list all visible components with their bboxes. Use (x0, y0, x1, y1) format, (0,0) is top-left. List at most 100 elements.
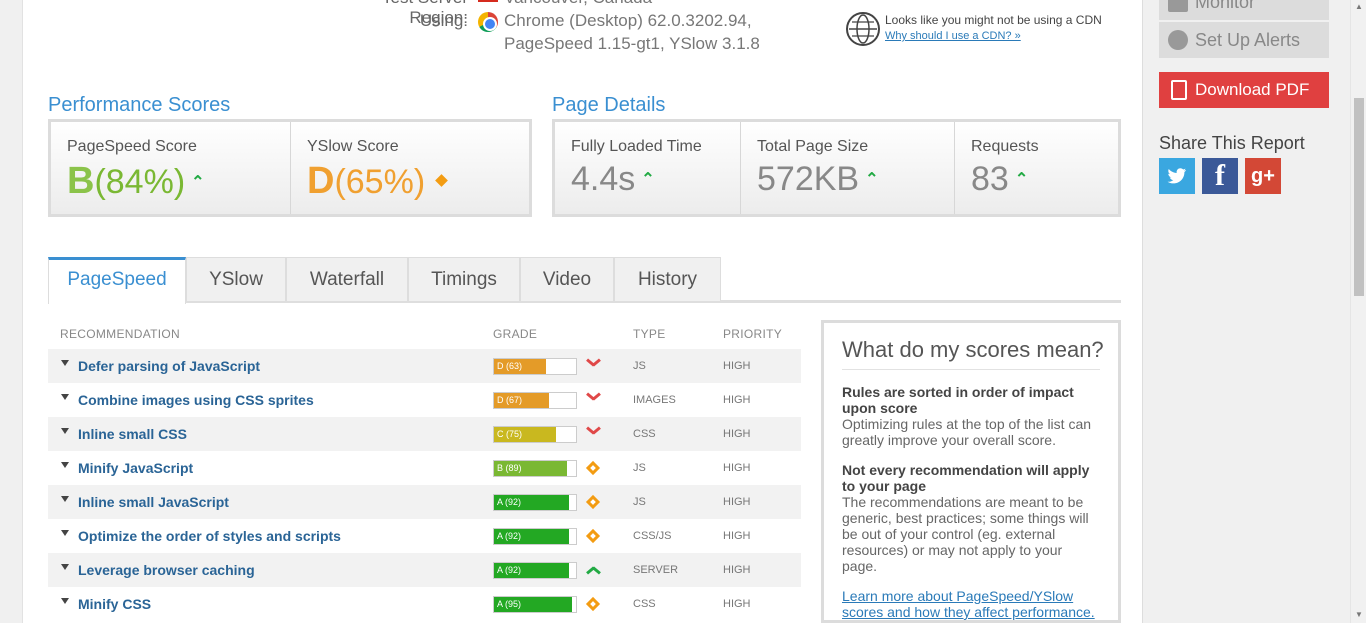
recommendation-name[interactable]: Defer parsing of JavaScript (78, 358, 260, 374)
row-priority: HIGH (723, 360, 751, 372)
scrollbar[interactable]: ▲ ▼ (1350, 0, 1366, 623)
table-row[interactable]: Combine images using CSS sprites D (67) … (48, 383, 801, 417)
table-row[interactable]: Optimize the order of styles and scripts… (48, 519, 801, 553)
recommendation-name[interactable]: Leverage browser caching (78, 562, 255, 578)
info-paragraph-2: The recommendations are meant to be gene… (842, 494, 1089, 574)
learn-more-link[interactable]: Learn more about PageSpeed/YSlow scores … (842, 588, 1100, 620)
info-heading-2: Not every recommendation will apply to y… (842, 462, 1090, 494)
info-paragraph-1: Optimizing rules at the top of the list … (842, 416, 1092, 448)
up-arrow-icon: ⌃ (1014, 171, 1029, 188)
table-row[interactable]: Defer parsing of JavaScript D (63) JS HI… (48, 349, 801, 383)
download-pdf-button[interactable]: Download PDF (1159, 72, 1329, 108)
row-priority: HIGH (723, 394, 751, 406)
row-type: CSS/JS (633, 530, 672, 542)
page-details: Fully Loaded Time 4.4s ⌃ Total Page Size … (552, 119, 1121, 217)
load-time-card: Fully Loaded Time 4.4s ⌃ (555, 122, 741, 214)
page-size-value: 572KB ⌃ (757, 160, 879, 198)
recommendation-name[interactable]: Optimize the order of styles and scripts (78, 528, 341, 544)
tab-timings[interactable]: Timings (408, 257, 520, 301)
pdf-icon (1171, 80, 1187, 100)
table-row[interactable]: Minify JavaScript B (89) JS HIGH (48, 451, 801, 485)
recommendation-name[interactable]: Minify CSS (78, 596, 151, 612)
grade-fill: A (95) (494, 597, 572, 612)
row-priority: HIGH (723, 564, 751, 576)
cdn-warning: Looks like you might not be using a CDN (885, 13, 1102, 27)
page-details-title: Page Details (552, 94, 666, 116)
grade-fill: A (92) (494, 495, 570, 510)
yslow-score-card: YSlow Score D(65%) (291, 122, 529, 214)
recommendation-name[interactable]: Minify JavaScript (78, 460, 193, 476)
tab-history[interactable]: History (614, 257, 721, 301)
twitter-icon[interactable] (1159, 158, 1195, 194)
trend-down-icon (586, 393, 600, 407)
recommendation-name[interactable]: Combine images using CSS sprites (78, 392, 314, 408)
table-row[interactable]: Leverage browser caching A (92) SERVER H… (48, 553, 801, 587)
col-priority: PRIORITY (723, 327, 783, 341)
scroll-thumb[interactable] (1354, 98, 1364, 296)
pagespeed-percent: (84%) (94, 163, 186, 201)
grade-fill: A (92) (494, 529, 570, 544)
recommendation-name[interactable]: Inline small CSS (78, 426, 187, 442)
diamond-icon (435, 174, 449, 187)
scroll-down-icon[interactable]: ▼ (1355, 610, 1363, 619)
monitor-icon (1168, 0, 1188, 12)
up-arrow-icon: ⌃ (191, 174, 205, 191)
cdn-link[interactable]: Why should I use a CDN? » (885, 30, 1021, 42)
using-label: Using: (419, 11, 468, 30)
grade-bar: D (67) (493, 392, 577, 409)
table-row[interactable]: Minify CSS A (95) CSS HIGH (48, 587, 801, 621)
pagespeed-score-label: PageSpeed Score (67, 138, 197, 155)
monitor-label: Monitor (1195, 0, 1256, 12)
set-up-alerts-button[interactable]: Set Up Alerts (1159, 22, 1329, 58)
row-priority: HIGH (723, 462, 751, 474)
load-time-label: Fully Loaded Time (571, 138, 702, 155)
no-change-icon (585, 528, 601, 544)
pagespeed-score-value: B(84%) ⌃ (67, 160, 205, 203)
grade-bar: A (92) (493, 494, 577, 511)
grade-bar: D (63) (493, 358, 577, 375)
caret-down-icon[interactable] (61, 428, 69, 434)
caret-down-icon[interactable] (61, 564, 69, 570)
grade-bar: A (92) (493, 528, 577, 545)
row-priority: HIGH (723, 428, 751, 440)
yslow-score-label: YSlow Score (307, 138, 399, 155)
row-type: JS (633, 462, 646, 474)
tool-versions: PageSpeed 1.15-gt1, YSlow 3.1.8 (504, 34, 760, 53)
download-pdf-label: Download PDF (1195, 80, 1310, 99)
pagespeed-grade: B (67, 160, 95, 202)
table-row[interactable]: Inline small JavaScript A (92) JS HIGH (48, 485, 801, 519)
recommendation-name[interactable]: Inline small JavaScript (78, 494, 229, 510)
up-arrow-icon: ⌃ (865, 171, 879, 188)
caret-down-icon[interactable] (61, 530, 69, 536)
tab-video[interactable]: Video (520, 257, 614, 301)
page-size-card: Total Page Size 572KB ⌃ (741, 122, 955, 214)
yslow-percent: (65%) (334, 163, 426, 201)
scroll-up-icon[interactable]: ▲ (1355, 2, 1363, 11)
performance-scores: PageSpeed Score B(84%) ⌃ YSlow Score D(65… (48, 119, 532, 217)
row-priority: HIGH (723, 598, 751, 610)
caret-down-icon[interactable] (61, 598, 69, 604)
trend-down-icon (586, 359, 600, 373)
yslow-grade: D (307, 160, 335, 202)
info-title: What do my scores mean? (842, 337, 1104, 370)
tab-waterfall[interactable]: Waterfall (286, 257, 408, 301)
grade-fill: B (89) (494, 461, 567, 476)
caret-down-icon[interactable] (61, 394, 69, 400)
grade-fill: D (67) (494, 393, 549, 408)
monitor-button[interactable]: Monitor (1159, 0, 1329, 20)
col-grade: GRADE (493, 327, 538, 341)
table-row[interactable]: Inline small CSS C (75) CSS HIGH (48, 417, 801, 451)
page-size-label: Total Page Size (757, 138, 869, 155)
facebook-icon[interactable]: f (1202, 158, 1238, 194)
row-type: SERVER (633, 564, 679, 576)
caret-down-icon[interactable] (61, 462, 69, 468)
google-plus-icon[interactable]: g+ (1245, 158, 1281, 194)
tab-pagespeed[interactable]: PageSpeed (48, 257, 186, 304)
tab-yslow[interactable]: YSlow (186, 257, 286, 301)
col-recommendation: RECOMMENDATION (60, 327, 180, 341)
grade-bar: C (75) (493, 426, 577, 443)
row-type: JS (633, 360, 646, 372)
caret-down-icon[interactable] (61, 496, 69, 502)
scores-info-box: What do my scores mean? Rules are sorted… (821, 320, 1121, 623)
caret-down-icon[interactable] (61, 360, 69, 366)
